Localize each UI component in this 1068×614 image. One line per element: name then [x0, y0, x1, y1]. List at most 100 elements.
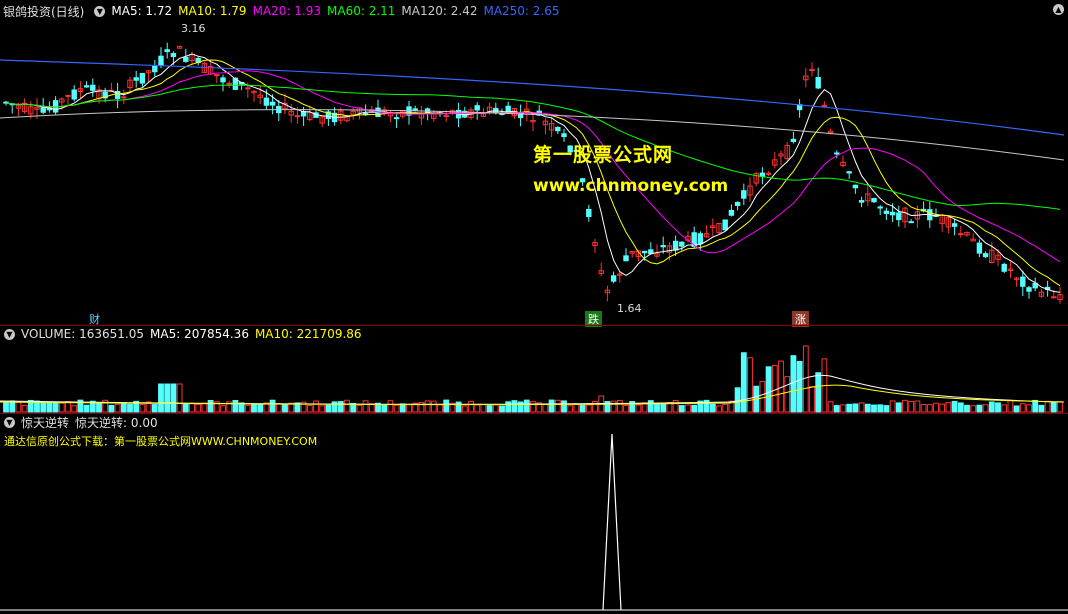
volume-bar — [579, 404, 586, 413]
candle-body — [982, 253, 989, 258]
volume-bar — [895, 402, 902, 413]
volume-bar — [827, 401, 834, 413]
volume-bar — [325, 404, 332, 413]
volume-bar — [52, 402, 59, 413]
volume-bar — [1044, 400, 1051, 413]
volume-bar — [127, 403, 133, 413]
candle-body — [722, 219, 728, 231]
volume-bar — [920, 404, 927, 413]
volume-bar — [455, 401, 462, 413]
volume-bar — [610, 400, 617, 413]
volume-bar — [356, 404, 363, 413]
candle-body — [71, 89, 77, 100]
candle-body — [555, 126, 561, 132]
volume-bar — [647, 400, 654, 413]
candle-body — [1026, 287, 1032, 292]
volume-bar — [300, 401, 307, 413]
indicator-chart[interactable] — [0, 414, 1068, 614]
volume-bar — [96, 402, 102, 413]
volume-bar — [362, 400, 369, 413]
volume-bar — [499, 405, 505, 413]
volume-bar — [957, 402, 964, 413]
candle-body — [958, 233, 964, 236]
volume-bar — [995, 402, 1001, 413]
candle-body — [896, 212, 902, 221]
volume-bar — [790, 355, 797, 413]
volume-bar — [393, 404, 400, 413]
candle-body — [834, 152, 840, 155]
volume-bar — [846, 403, 853, 413]
volume-bar — [858, 402, 865, 413]
candle-body — [65, 94, 71, 97]
volume-bar — [176, 383, 183, 413]
volume-bar — [771, 365, 778, 413]
volume-bar — [1001, 404, 1008, 413]
candle-body — [393, 117, 400, 120]
volume-bar — [567, 405, 574, 413]
candle-body — [623, 255, 629, 262]
volume-bar — [40, 401, 47, 413]
volume-bar — [486, 405, 493, 413]
volume-bar — [889, 400, 896, 413]
price-panel[interactable]: 银鸽投资(日线) ▼ MA5: 1.72 MA10: 1.79 MA20: 1.… — [0, 0, 1068, 327]
ma250-line — [0, 59, 1065, 136]
volume-bar — [139, 404, 146, 413]
volume-bar — [1026, 404, 1032, 413]
indicator-panel[interactable]: ▼ 惊天逆转 惊天逆转: 0.00 通达信原创公式下载：第一股票公式网WWW.C… — [0, 414, 1068, 614]
volume-bar — [424, 400, 431, 413]
candle-body — [821, 104, 828, 107]
volume-bar — [951, 400, 958, 413]
volume-bar — [815, 372, 822, 413]
volume-bar — [71, 405, 78, 413]
candle-body — [846, 171, 852, 174]
volume-bar — [1057, 401, 1063, 413]
volume-bar — [796, 360, 803, 413]
candle-body — [871, 197, 877, 203]
volume-bar — [480, 404, 487, 413]
volume-bar — [809, 386, 815, 413]
volume-chart[interactable] — [0, 326, 1068, 414]
candle-body — [672, 240, 679, 251]
candle-body — [660, 245, 666, 248]
candle-body — [294, 115, 301, 118]
volume-bar — [585, 404, 592, 413]
volume-bar — [970, 405, 977, 413]
volume-bar — [195, 403, 202, 413]
volume-bar — [275, 402, 282, 413]
volume-bar — [158, 383, 164, 413]
volume-bar — [83, 404, 90, 413]
candle-body — [158, 55, 164, 67]
volume-bar — [511, 400, 518, 413]
candle-body — [976, 242, 983, 254]
volume-bar — [554, 399, 561, 413]
candle-body — [139, 72, 146, 84]
candle-body — [263, 97, 270, 106]
volume-bar — [461, 405, 468, 413]
candle-body — [517, 113, 524, 118]
candle-body — [586, 208, 592, 218]
volume-bar — [523, 399, 530, 413]
volume-bar — [933, 402, 939, 413]
volume-bar — [189, 402, 195, 413]
volume-bar — [337, 401, 344, 413]
candle-body — [90, 84, 96, 91]
volume-bar — [623, 404, 629, 413]
volume-bar — [877, 404, 884, 413]
candle-body — [474, 105, 480, 111]
volume-panel[interactable]: ▼ VOLUME: 163651.05 MA5: 207854.36 MA10:… — [0, 326, 1068, 414]
volume-bar — [604, 401, 611, 413]
volume-bar — [120, 402, 127, 413]
candle-body — [164, 49, 170, 53]
volume-bar — [1032, 399, 1039, 413]
volume-bar — [914, 400, 921, 413]
volume-bar — [722, 403, 729, 413]
volume-bar — [616, 399, 623, 413]
candle-body — [561, 133, 567, 138]
volume-bar — [592, 400, 598, 413]
volume-bar — [170, 383, 177, 413]
volume-bar — [251, 404, 257, 413]
volume-bar — [21, 404, 28, 413]
volume-bar — [220, 405, 226, 413]
volume-bar — [759, 380, 766, 413]
candle-body — [641, 250, 648, 254]
